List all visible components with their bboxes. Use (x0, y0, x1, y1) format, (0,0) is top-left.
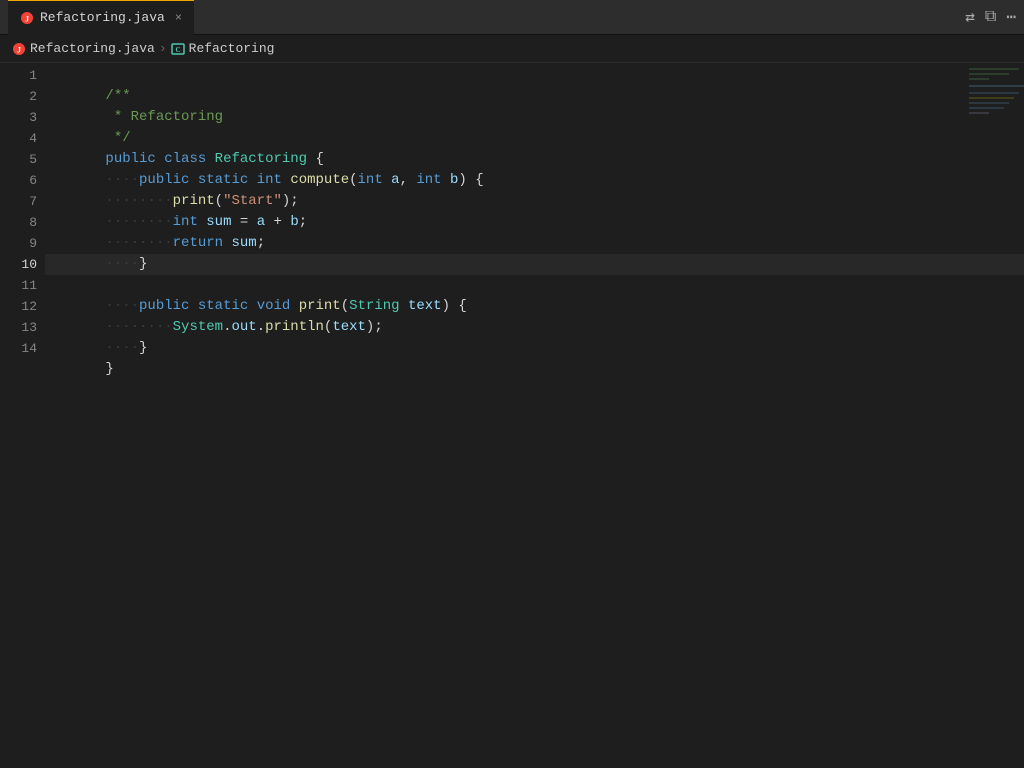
title-bar: J Refactoring.java × ⇄ ⧉ ⋯ (0, 0, 1024, 35)
code-line-10 (45, 254, 1024, 275)
java-file-icon: J (20, 11, 34, 25)
line-num-14: 14 (0, 338, 37, 359)
class-breadcrumb-icon: C (171, 42, 185, 56)
code-line-4: public class Refactoring { (45, 128, 1024, 149)
svg-text:J: J (17, 45, 21, 54)
tab-close-button[interactable]: × (175, 11, 182, 25)
line-num-4: 4 (0, 128, 37, 149)
title-bar-actions: ⇄ ⧉ ⋯ (965, 7, 1016, 27)
svg-text:C: C (175, 46, 180, 54)
line-numbers: 1 2 3 4 5 6 7 8 9 10 11 12 13 14 (0, 63, 45, 768)
line-num-11: 11 (0, 275, 37, 296)
breadcrumb-class[interactable]: C Refactoring (171, 41, 275, 56)
update-button[interactable]: ⇄ (965, 7, 975, 27)
breadcrumb-separator: › (159, 41, 167, 56)
breadcrumb: J Refactoring.java › C Refactoring (0, 35, 1024, 63)
line-num-10: 10 (0, 254, 37, 275)
tab-filename: Refactoring.java (40, 10, 165, 25)
line-num-3: 3 (0, 107, 37, 128)
code-editor[interactable]: /** * Refactoring */ public class Refact… (45, 63, 1024, 768)
line-num-13: 13 (0, 317, 37, 338)
line-num-9: 9 (0, 233, 37, 254)
code-line-2: * Refactoring (45, 86, 1024, 107)
svg-text:J: J (25, 14, 29, 23)
line-num-12: 12 (0, 296, 37, 317)
line-num-8: 8 (0, 212, 37, 233)
breadcrumb-filename: Refactoring.java (30, 41, 155, 56)
line-num-2: 2 (0, 86, 37, 107)
java-breadcrumb-icon: J (12, 42, 26, 56)
line-num-7: 7 (0, 191, 37, 212)
breadcrumb-file[interactable]: J Refactoring.java (12, 41, 155, 56)
more-actions-button[interactable]: ⋯ (1006, 7, 1016, 27)
code-line-14: } (45, 338, 1024, 359)
breadcrumb-classname: Refactoring (189, 41, 275, 56)
editor: 1 2 3 4 5 6 7 8 9 10 11 12 13 14 /** * R… (0, 63, 1024, 768)
code-line-1: /** (45, 65, 1024, 86)
line-num-6: 6 (0, 170, 37, 191)
code-line-11: ····public static void print(String text… (45, 275, 1024, 296)
split-editor-button[interactable]: ⧉ (985, 8, 996, 26)
minimap (964, 63, 1024, 163)
line-num-5: 5 (0, 149, 37, 170)
line-num-1: 1 (0, 65, 37, 86)
file-tab[interactable]: J Refactoring.java × (8, 0, 194, 35)
